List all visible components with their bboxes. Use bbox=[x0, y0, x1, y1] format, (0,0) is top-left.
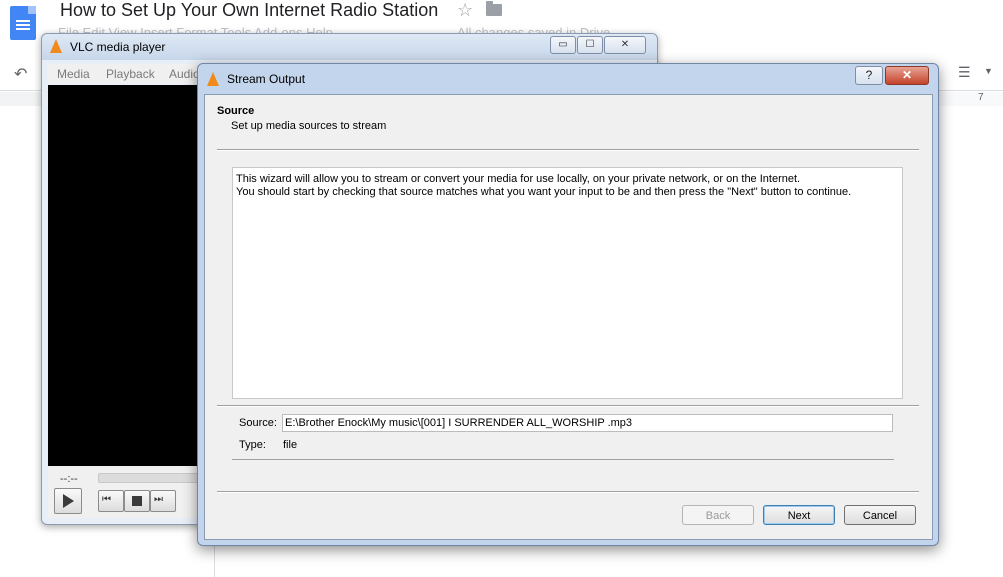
maximize-button[interactable]: ☐ bbox=[577, 36, 603, 54]
docs-logo-icon[interactable] bbox=[10, 6, 36, 40]
vlc-cone-icon bbox=[50, 39, 62, 53]
vlc-controls: --:-- ⏮ ⏭ bbox=[48, 466, 210, 518]
menu-playback[interactable]: Playback bbox=[106, 67, 155, 81]
ruler-number: 7 bbox=[978, 92, 984, 103]
dialog-title: Stream Output bbox=[227, 72, 306, 86]
star-icon[interactable]: ☆ bbox=[457, 0, 473, 21]
source-field[interactable]: E:\Brother Enock\My music\[001] I SURREN… bbox=[282, 414, 893, 432]
previous-icon: ⏮ bbox=[102, 494, 111, 505]
intro-line-1: This wizard will allow you to stream or … bbox=[236, 173, 801, 185]
intro-line-2: You should start by checking that source… bbox=[236, 186, 852, 198]
dialog-body: Source Set up media sources to stream Th… bbox=[204, 94, 933, 540]
source-label: Source: bbox=[239, 417, 277, 429]
video-area[interactable] bbox=[48, 85, 200, 466]
menu-audio[interactable]: Audio bbox=[169, 67, 200, 81]
divider bbox=[217, 405, 919, 407]
section-subtitle: Set up media sources to stream bbox=[231, 120, 387, 132]
cancel-button[interactable]: Cancel bbox=[844, 505, 916, 525]
next-icon: ⏭ bbox=[154, 494, 163, 505]
divider bbox=[232, 459, 894, 460]
stream-output-dialog[interactable]: Stream Output ? ✕ Source Set up media so… bbox=[197, 63, 939, 546]
previous-button[interactable]: ⏮ bbox=[98, 490, 124, 512]
play-icon bbox=[63, 494, 74, 508]
list-icon[interactable]: ☰ bbox=[958, 64, 971, 81]
vlc-window-title: VLC media player bbox=[70, 40, 166, 54]
wizard-description: This wizard will allow you to stream or … bbox=[232, 167, 903, 399]
section-title: Source bbox=[217, 105, 255, 117]
folder-icon[interactable] bbox=[486, 1, 502, 16]
elapsed-time: --:-- bbox=[60, 473, 78, 485]
stop-button[interactable] bbox=[124, 490, 150, 512]
minimize-button[interactable]: ▭ bbox=[550, 36, 576, 54]
back-button[interactable]: Back bbox=[682, 505, 754, 525]
vlc-cone-icon bbox=[207, 72, 219, 86]
seek-bar[interactable] bbox=[98, 473, 210, 483]
stop-icon bbox=[132, 496, 142, 506]
chevron-down-icon[interactable]: ▼ bbox=[984, 66, 993, 76]
menu-media[interactable]: Media bbox=[57, 67, 90, 81]
divider bbox=[217, 491, 919, 493]
document-title[interactable]: How to Set Up Your Own Internet Radio St… bbox=[60, 0, 438, 21]
dialog-close-button[interactable]: ✕ bbox=[885, 66, 929, 85]
next-track-button[interactable]: ⏭ bbox=[150, 490, 176, 512]
next-button[interactable]: Next bbox=[763, 505, 835, 525]
help-button[interactable]: ? bbox=[855, 66, 883, 85]
undo-icon[interactable]: ↶ bbox=[14, 64, 27, 84]
close-button[interactable]: ✕ bbox=[604, 36, 646, 54]
play-button[interactable] bbox=[54, 488, 82, 514]
type-label: Type: bbox=[239, 439, 266, 451]
divider bbox=[217, 149, 919, 151]
type-value: file bbox=[283, 439, 298, 451]
